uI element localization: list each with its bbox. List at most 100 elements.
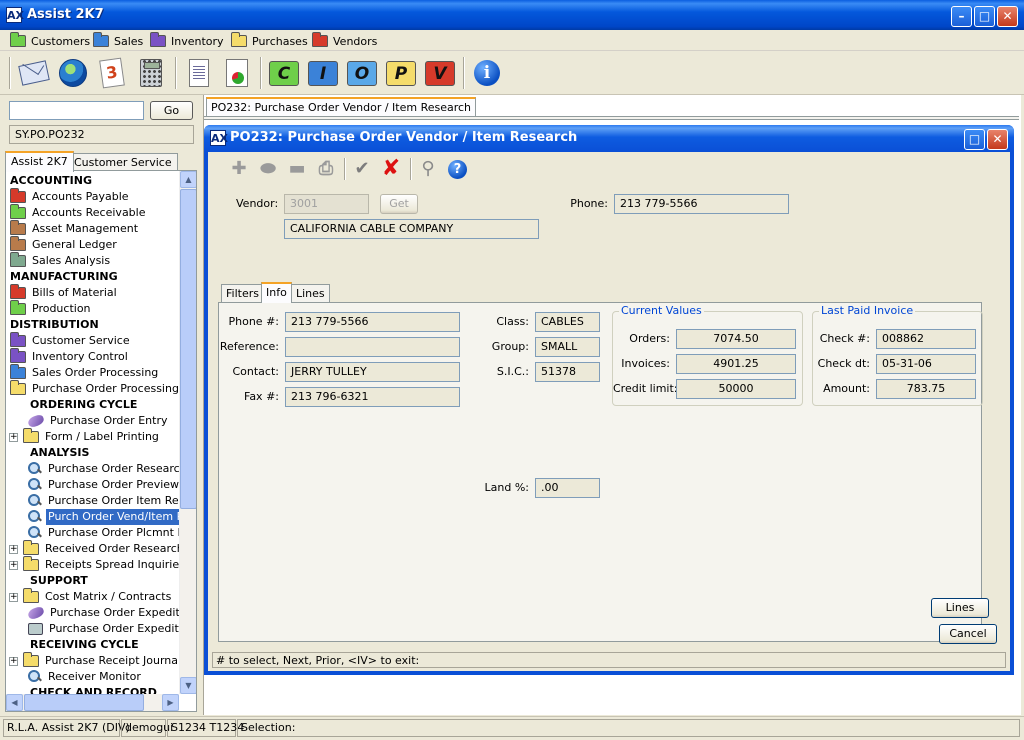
add-record-icon[interactable]: ✚ [228,158,250,180]
cancel-icon[interactable]: ✘ [380,158,402,180]
sic-field[interactable]: 51378 [535,362,600,382]
tree-item-module[interactable]: Inventory Control [10,348,130,365]
tree-item-module[interactable]: Purchase Order Processing [10,380,179,397]
scroll-up-button[interactable]: ▲ [180,171,196,188]
tree-item-module[interactable]: Bills of Material [10,284,119,301]
credit-limit-label: Credit limit: [613,382,678,395]
hscroll-thumb[interactable] [24,694,144,711]
calculator-button[interactable] [134,56,168,90]
tab-customer-service[interactable]: Customer Service [68,153,178,171]
tree-item-folder[interactable]: + Cost Matrix / Contracts [6,588,173,605]
web-button[interactable] [56,56,90,90]
print-icon[interactable]: ⎙ [315,158,337,180]
scroll-left-button[interactable]: ◀ [6,694,23,711]
expand-icon[interactable]: + [9,544,18,554]
tree-item-folder[interactable]: + Receipts Spread Inquiries [6,556,179,573]
expand-icon[interactable]: + [9,560,18,570]
tree-item-module[interactable]: Accounts Payable [10,188,131,205]
expand-icon[interactable]: + [9,656,18,666]
email-button[interactable] [17,56,51,90]
about-button[interactable]: i [470,56,504,90]
amount-field[interactable]: 783.75 [876,379,976,399]
vendors-shortcut-button[interactable]: V [423,56,457,90]
credit-limit-field[interactable]: 50000 [676,379,796,399]
tree-item-program[interactable]: Receiver Monitor [28,669,143,685]
expand-icon[interactable]: + [9,432,18,442]
tree-vertical-scrollbar[interactable]: ▲ ▼ [179,171,196,694]
tree-item-folder[interactable]: + Purchase Receipt Journal [6,652,179,669]
close-button[interactable]: ✕ [997,6,1018,27]
tab-filters[interactable]: Filters [221,284,264,302]
tree-item-program[interactable]: Purchase Order Item Rese [28,493,179,509]
tree-item-module[interactable]: Sales Order Processing [10,364,160,381]
tree-item-label: Purchase Receipt Journal [45,654,179,667]
accept-icon[interactable]: ✔ [351,158,373,180]
tree-horizontal-scrollbar[interactable]: ◀ ▶ [6,694,179,711]
tree-item-module[interactable]: Customer Service [10,332,132,349]
po232-close-button[interactable]: ✕ [987,129,1008,150]
tab-lines[interactable]: Lines [291,284,330,302]
group-field[interactable]: SMALL [535,337,600,357]
land-percent-field[interactable]: .00 [535,478,600,498]
tree-item-program[interactable]: Purchase Order Entry [26,413,169,429]
menu-inventory[interactable]: Inventory [150,32,224,49]
tree-item-program[interactable]: Purchase Order Expedite R [28,621,179,637]
calendar-button[interactable]: 3 [95,56,129,90]
report-button[interactable] [220,56,254,90]
vendor-field[interactable]: 3001 [284,194,369,214]
go-button[interactable]: Go [150,101,193,120]
tree-item-module[interactable]: Accounts Receivable [10,204,148,221]
maximize-button[interactable]: □ [974,6,995,27]
check-date-field[interactable]: 05-31-06 [876,354,976,374]
orders-shortcut-button[interactable]: O [345,56,379,90]
invoices-field[interactable]: 4901.25 [676,354,796,374]
document-button[interactable] [182,56,216,90]
tree-item-module[interactable]: Asset Management [10,220,140,237]
lines-button[interactable]: Lines [931,598,989,618]
minimize-button[interactable]: – [951,6,972,27]
customers-shortcut-button[interactable]: C [267,56,301,90]
tree-subsection-header: RECEIVING CYCLE [28,637,141,653]
magnifier-icon [28,670,42,684]
inventory-shortcut-button[interactable]: I [306,56,340,90]
tree-item-program[interactable]: Purch Order Vend/Item Re [28,509,179,525]
phone-field[interactable]: 213 779-5566 [614,194,789,214]
delete-record-icon[interactable]: ▬ [286,158,308,180]
tree-item-folder[interactable]: + Received Order Researche [6,540,179,557]
tree-item-module[interactable]: Sales Analysis [10,252,112,269]
document-tab[interactable]: PO232: Purchase Order Vendor / Item Rese… [206,97,477,116]
edit-record-icon[interactable]: ⬬ [257,158,279,180]
purchases-shortcut-button[interactable]: P [384,56,418,90]
tree-item-program[interactable]: Purchase Order Research [28,461,179,477]
menu-purchases[interactable]: Purchases [231,32,308,49]
tree-item-program[interactable]: Purchase Order Expedite E [26,605,179,621]
menu-vendors[interactable]: Vendors [312,32,377,49]
fax-field[interactable]: 213 796-6321 [285,387,460,407]
scroll-down-button[interactable]: ▼ [180,677,196,694]
expand-icon[interactable]: + [9,592,18,602]
tree-item-module[interactable]: Production [10,300,93,317]
orders-field[interactable]: 7074.50 [676,329,796,349]
contact-field[interactable]: JERRY TULLEY [285,362,460,382]
get-button[interactable]: Get [380,194,418,214]
class-field[interactable]: CABLES [535,312,600,332]
tree-item-program[interactable]: Purchase Order Preview [28,477,179,493]
tree-item-program[interactable]: Purchase Order Plcmnt Inq [28,525,179,541]
info-phone-field[interactable]: 213 779-5566 [285,312,460,332]
scroll-right-button[interactable]: ▶ [162,694,179,711]
po232-maximize-button[interactable]: □ [964,129,985,150]
tab-assist-2k7[interactable]: Assist 2K7 [5,151,74,172]
reference-field[interactable] [285,337,460,357]
menu-sales[interactable]: Sales [93,32,143,49]
scroll-thumb[interactable] [180,189,196,509]
search-icon[interactable]: ⚲ [417,158,439,180]
check-number-field[interactable]: 008862 [876,329,976,349]
menu-customers[interactable]: Customers [10,32,90,49]
help-icon[interactable]: ? [448,160,467,179]
tree-item-module[interactable]: General Ledger [10,236,119,253]
cancel-button[interactable]: Cancel [939,624,997,644]
tree-item-folder[interactable]: + Form / Label Printing [6,428,161,445]
menu-search-input[interactable] [9,101,144,120]
tab-info[interactable]: Info [261,282,292,303]
tree-item-label: Asset Management [32,222,139,235]
